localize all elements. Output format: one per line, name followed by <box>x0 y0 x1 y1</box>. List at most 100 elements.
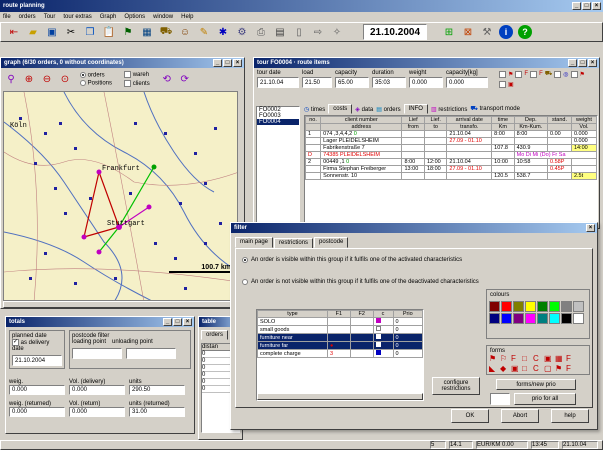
colour-swatch[interactable] <box>489 301 500 312</box>
table-row[interactable]: Sonnenstr. 10 120.5 538.7 2.5t <box>305 172 597 180</box>
totals-close-button[interactable]: × <box>183 318 192 326</box>
colour-swatch[interactable] <box>525 301 536 312</box>
lasso-icon[interactable]: ⟲ <box>160 72 174 86</box>
form-f-icon[interactable]: F <box>566 364 576 373</box>
colour-swatch[interactable] <box>573 301 584 312</box>
graph-minimize-button[interactable]: _ <box>213 59 222 67</box>
open-folder-icon[interactable]: ▰ <box>26 25 40 39</box>
form-c-icon[interactable]: C <box>533 354 543 363</box>
table-row[interactable]: 1 074 ,3,4,4,2 0 21.10.04 8:00 8:00 0.00… <box>305 130 597 138</box>
restriction-row[interactable]: SOLO 0 <box>257 317 423 326</box>
form-flag-icon[interactable]: ⚑ <box>555 364 565 373</box>
restriction-row[interactable]: furniture far ● 0 <box>257 341 423 350</box>
person-icon[interactable]: ☺ <box>178 25 192 39</box>
document-icon[interactable]: ▯ <box>292 25 306 39</box>
truck-icon[interactable]: ⛟ <box>159 25 173 39</box>
tour-maximize-button[interactable]: □ <box>578 59 587 67</box>
form-box-icon[interactable]: ▣ <box>544 354 554 363</box>
table-tab-orders[interactable]: orders <box>201 330 229 340</box>
export-icon[interactable]: ⇨ <box>311 25 325 39</box>
radio-positions[interactable]: Positions <box>80 79 112 86</box>
abort-button[interactable]: Abort <box>501 409 539 423</box>
colour-swatch[interactable] <box>501 313 512 324</box>
prio-field[interactable] <box>490 393 510 405</box>
tab-transport-mode[interactable]: ⛟ transport mode <box>470 105 520 113</box>
calculator-icon[interactable]: ▤ <box>273 25 287 39</box>
form-square-icon[interactable]: □ <box>522 364 532 373</box>
tab-costs[interactable]: costs <box>328 104 353 114</box>
gear-icon[interactable]: ⚙ <box>235 25 249 39</box>
units-returned-field[interactable]: 31.00 <box>129 407 185 418</box>
tab-restrictions[interactable]: ▥ restrictions <box>431 106 467 113</box>
prio-for-all-button[interactable]: prio for all <box>514 393 576 405</box>
table-row[interactable]: D 74385 PLEIDELSHEIM Mo Di Mi (Do) Fr Sa <box>305 151 597 159</box>
vol-delivery-field[interactable]: 0.000 <box>69 385 125 396</box>
merge-icon[interactable]: ⊠ <box>461 25 475 39</box>
table-row[interactable]: Lager PLEIDELSHEIM 27.09 - 01.10 0.000 <box>305 137 597 145</box>
colour-swatch[interactable] <box>489 313 500 324</box>
forms-new-prio-button[interactable]: forms/new prio <box>496 379 576 390</box>
tour-date-field[interactable]: 21.10.04 <box>257 77 299 88</box>
tab-data[interactable]: ◈ data <box>355 106 373 113</box>
option-not-visible[interactable]: An order is not visible within this grou… <box>242 279 482 286</box>
colour-swatch[interactable] <box>501 301 512 312</box>
check-wareh[interactable]: wareh <box>124 71 150 79</box>
form-arrow-icon[interactable]: ◣ <box>489 364 499 373</box>
planned-date-field[interactable]: 21.10.2004 <box>12 355 62 367</box>
pointer-icon[interactable]: ⚲ <box>4 72 18 86</box>
menu-window[interactable]: window <box>153 14 173 20</box>
form-f-icon[interactable]: F <box>511 354 521 363</box>
as-delivery-date-checkbox[interactable]: ✓ as delivery date <box>12 339 62 352</box>
load-field[interactable]: 21.50 <box>302 77 332 88</box>
close-button[interactable]: × <box>592 2 601 10</box>
form-c-icon[interactable]: C <box>533 364 543 373</box>
colour-swatch[interactable] <box>561 313 572 324</box>
radio-orders[interactable]: orders <box>80 71 112 79</box>
maximize-button[interactable]: □ <box>582 2 591 10</box>
restriction-row[interactable]: furniture near 0 <box>257 333 423 342</box>
menu-orders[interactable]: orders <box>19 14 36 20</box>
form-box-icon[interactable]: ▣ <box>511 364 521 373</box>
menu-help[interactable]: Help <box>181 14 193 20</box>
graph-maximize-button[interactable]: □ <box>223 59 232 67</box>
tab-orders[interactable]: ▤ orders <box>376 106 400 113</box>
date-field[interactable]: 21.10.2004 <box>363 24 427 40</box>
table-icon[interactable]: ▦ <box>140 25 154 39</box>
split-icon[interactable]: ⊞ <box>442 25 456 39</box>
loading-point-field[interactable] <box>72 348 122 359</box>
tab-main-page[interactable]: main page <box>235 237 274 248</box>
menu-tour-extras[interactable]: tour extras <box>63 14 91 20</box>
totals-minimize-button[interactable]: _ <box>163 318 172 326</box>
colour-swatch[interactable] <box>525 313 536 324</box>
restriction-scrollbar[interactable] <box>257 393 423 400</box>
tour-id-list[interactable]: FO0002 FO0003 FO0004 <box>256 106 300 226</box>
table-row[interactable]: Firma Stephan Freiberger 13:00 18:00 27.… <box>305 165 597 173</box>
info-icon[interactable]: i <box>499 25 513 39</box>
colour-swatch[interactable] <box>549 313 560 324</box>
menu-tour[interactable]: Tour <box>44 14 56 20</box>
pencil-icon[interactable]: ✎ <box>197 25 211 39</box>
configure-restrictions-button[interactable]: configure restrictions <box>432 377 480 395</box>
form-flag-icon[interactable]: ⚑ <box>489 354 499 363</box>
tour-minimize-button[interactable]: _ <box>568 59 577 67</box>
table-row[interactable]: 2 00449 ,1 0 8:00 12:00 21.10.04 10:00 1… <box>305 158 597 166</box>
form-square-icon[interactable]: ▢ <box>544 364 554 373</box>
print-icon[interactable]: ⎙ <box>254 25 268 39</box>
colour-swatch[interactable] <box>513 301 524 312</box>
settings-icon[interactable]: ✱ <box>216 25 230 39</box>
menu-file[interactable]: file <box>3 14 11 20</box>
form-diamond-icon[interactable]: ◆ <box>500 364 510 373</box>
select-icon[interactable]: ⟳ <box>178 72 192 86</box>
colour-swatch[interactable] <box>537 301 548 312</box>
tab-times[interactable]: ◷ times <box>304 106 325 113</box>
form-square-icon[interactable]: □ <box>522 354 532 363</box>
totals-maximize-button[interactable]: □ <box>173 318 182 326</box>
option-visible[interactable]: An order is visible within this group if… <box>242 257 482 264</box>
form-grid-icon[interactable]: ▦ <box>555 354 565 363</box>
map-view[interactable]: Köln Frankfurt Stuttgart 100.7 km <box>3 91 238 301</box>
save-icon[interactable]: ▣ <box>45 25 59 39</box>
form-flag-icon[interactable]: ⚐ <box>500 354 510 363</box>
zoom-out-icon[interactable]: ⊖ <box>40 72 54 86</box>
colour-swatch[interactable] <box>549 301 560 312</box>
help-button[interactable]: help <box>551 409 589 423</box>
